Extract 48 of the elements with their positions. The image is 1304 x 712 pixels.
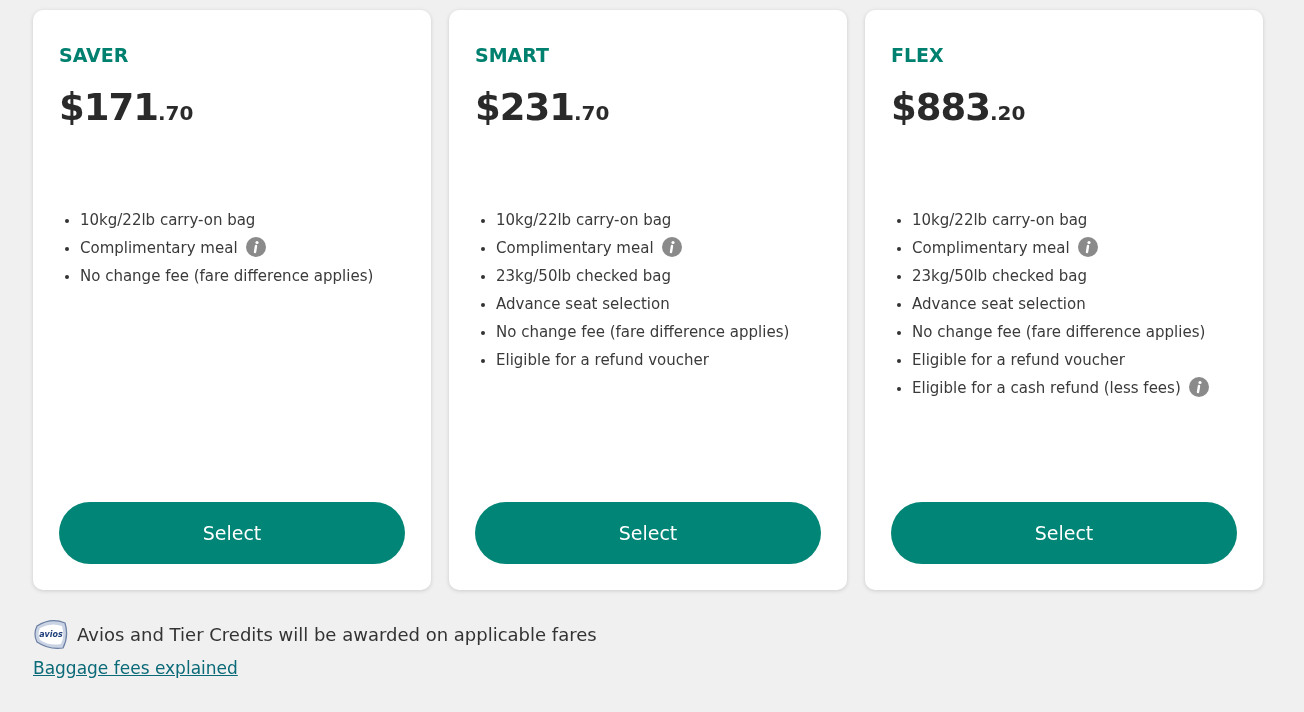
feature-text: 10kg/22lb carry-on bag bbox=[496, 210, 673, 231]
bullet-icon bbox=[481, 219, 485, 223]
bullet-icon bbox=[897, 219, 901, 223]
fare-name: FLEX bbox=[891, 44, 945, 66]
bullet-icon bbox=[65, 219, 69, 223]
feature-text: Complimentary meal bbox=[496, 237, 816, 259]
feature-text: Eligible for a refund voucher bbox=[496, 350, 710, 371]
baggage-fees-link[interactable]: Baggage fees explained bbox=[33, 658, 238, 678]
bullet-icon bbox=[481, 331, 485, 335]
bullet-icon bbox=[897, 387, 901, 391]
fare-price: $231.70 bbox=[475, 86, 611, 129]
bullet-icon bbox=[481, 359, 485, 363]
fare-name: SMART bbox=[475, 44, 551, 66]
feature-text: Eligible for a cash refund (less fees) bbox=[912, 377, 1232, 399]
feature-text: 10kg/22lb carry-on bag bbox=[80, 210, 257, 231]
info-icon[interactable] bbox=[1077, 237, 1098, 257]
feature-text: Advance seat selection bbox=[496, 294, 671, 315]
select-button[interactable]: Select bbox=[891, 502, 1237, 564]
fare-price: $883.20 bbox=[891, 86, 1027, 129]
bullet-icon bbox=[897, 331, 901, 335]
feature-text: Eligible for a refund voucher bbox=[912, 350, 1126, 371]
feature-text: 23kg/50lb checked bag bbox=[496, 266, 673, 287]
bullet-icon bbox=[897, 359, 901, 363]
select-button[interactable]: Select bbox=[475, 502, 821, 564]
feature-text: Complimentary meal bbox=[80, 237, 400, 259]
feature-text: Advance seat selection bbox=[912, 294, 1087, 315]
select-button[interactable]: Select bbox=[59, 502, 405, 564]
avios-logo: avios bbox=[33, 618, 69, 650]
bullet-icon bbox=[65, 275, 69, 279]
feature-text: 23kg/50lb checked bag bbox=[912, 266, 1089, 287]
bullet-icon bbox=[897, 303, 901, 307]
feature-text: 10kg/22lb carry-on bag bbox=[912, 210, 1089, 231]
bullet-icon bbox=[481, 247, 485, 251]
bullet-icon bbox=[897, 275, 901, 279]
fare-name: SAVER bbox=[59, 44, 130, 66]
bullet-icon bbox=[897, 247, 901, 251]
avios-note: Avios and Tier Credits will be awarded on applicable fares bbox=[77, 623, 597, 645]
bullet-icon bbox=[481, 303, 485, 307]
feature-text: No change fee (fare difference applies) bbox=[912, 322, 1207, 343]
feature-text: No change fee (fare difference applies) bbox=[496, 322, 791, 343]
bullet-icon bbox=[481, 275, 485, 279]
info-icon[interactable] bbox=[245, 237, 266, 257]
info-icon[interactable] bbox=[1188, 377, 1209, 397]
feature-text: Complimentary meal bbox=[912, 237, 1232, 259]
info-icon[interactable] bbox=[661, 237, 682, 257]
fare-price: $171.70 bbox=[59, 86, 195, 129]
feature-text: No change fee (fare difference applies) bbox=[80, 266, 375, 287]
bullet-icon bbox=[65, 247, 69, 251]
